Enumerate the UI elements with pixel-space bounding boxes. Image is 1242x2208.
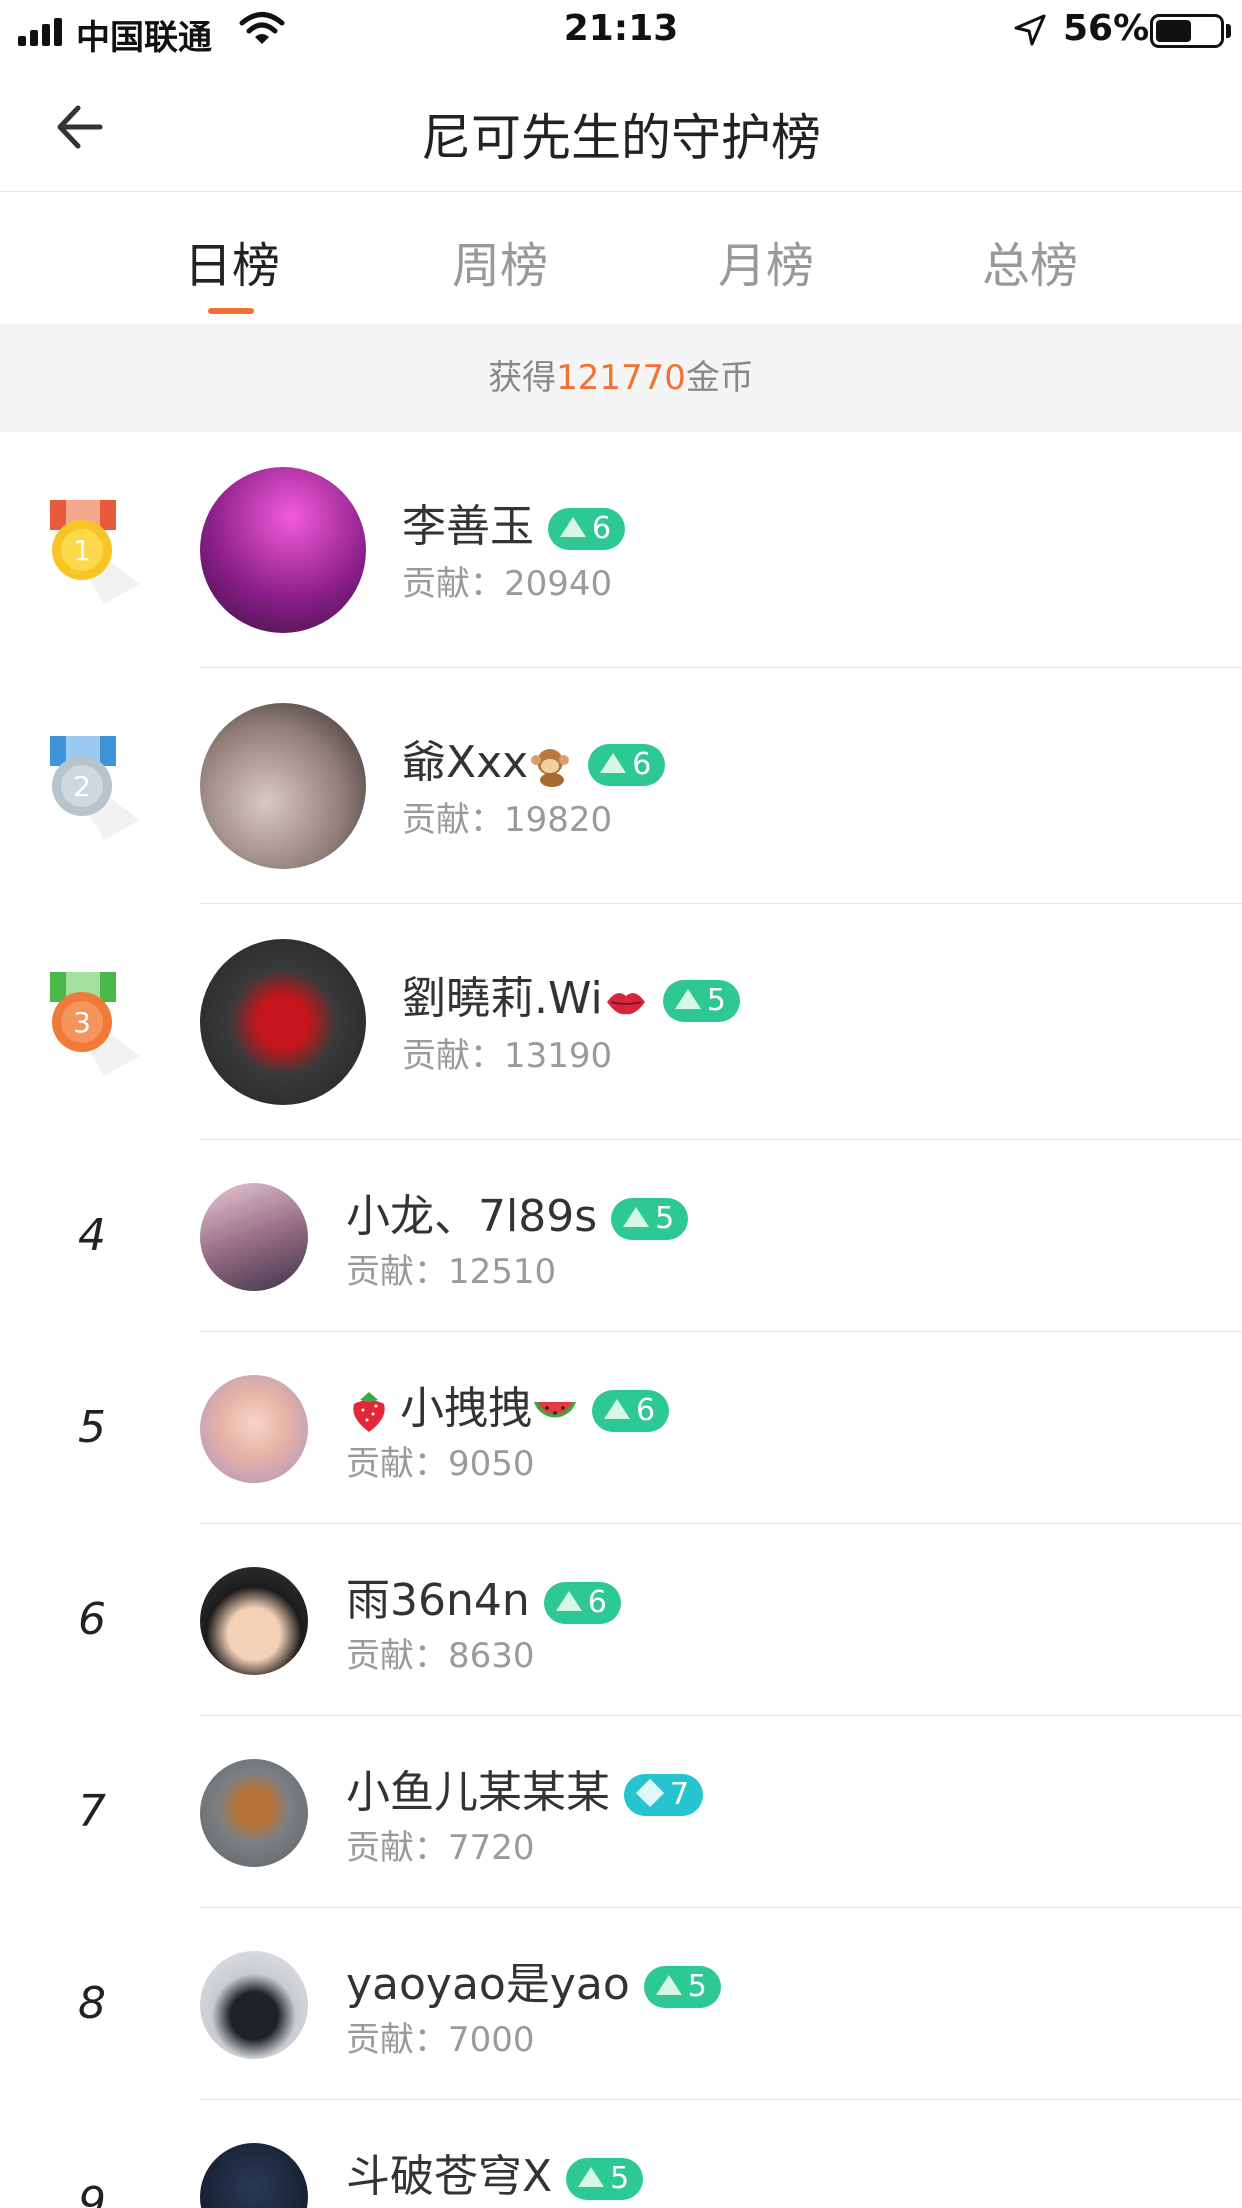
- monkey-icon: [531, 749, 570, 787]
- list-item[interactable]: 5 小拽拽 6 贡献：9050: [0, 1332, 1242, 1524]
- contribution-text: 贡献：20940: [402, 564, 613, 604]
- coins-banner: 获得121770金币: [0, 324, 1242, 432]
- avatar[interactable]: [200, 1567, 308, 1675]
- battery-tip: [1226, 24, 1231, 38]
- lips-icon: [606, 993, 645, 1015]
- tab-daily[interactable]: 日榜: [152, 226, 312, 296]
- avatar[interactable]: [200, 467, 366, 633]
- level-badge: 5: [611, 1198, 689, 1240]
- bronze-medal-icon: 3: [50, 972, 140, 1076]
- rank-number: 4: [78, 1210, 106, 1261]
- list-item[interactable]: 8 yaoyao是yao 5 贡献：7000: [0, 1908, 1242, 2100]
- contribution-text: 贡献：8630: [346, 1636, 535, 1676]
- list-item[interactable]: 7 小鱼儿某某某 7 贡献：7720: [0, 1716, 1242, 1908]
- clock: 21:13: [563, 8, 679, 49]
- avatar[interactable]: [200, 939, 366, 1105]
- contribution-text: 贡献：7000: [346, 2020, 535, 2060]
- level-badge: 6: [548, 508, 626, 550]
- avatar[interactable]: [200, 2143, 308, 2208]
- rank-number: 8: [78, 1978, 106, 2029]
- level-badge: 5: [662, 980, 740, 1022]
- avatar[interactable]: [200, 1951, 308, 2059]
- tab-total[interactable]: 总榜: [950, 226, 1110, 296]
- list-item[interactable]: 9 斗破苍穹X 5: [0, 2100, 1242, 2208]
- contribution-text: 贡献：12510: [346, 1252, 557, 1292]
- user-name[interactable]: 斗破苍穹X 5: [346, 2140, 644, 2204]
- user-name[interactable]: 雨36n4n 6: [346, 1564, 621, 1628]
- user-name[interactable]: 爺Xxx 6: [402, 726, 666, 790]
- rank-number: 6: [78, 1594, 106, 1645]
- rank-number: 5: [78, 1402, 106, 1453]
- user-name[interactable]: 小鱼儿某某某 7: [346, 1756, 704, 1820]
- list-item[interactable]: 4 小龙、7l89s 5 贡献：12510: [0, 1140, 1242, 1332]
- level-badge: 6: [543, 1582, 621, 1624]
- tab-bar: 日榜 周榜 月榜 总榜: [0, 192, 1242, 324]
- level-badge: 6: [588, 744, 666, 786]
- list-item[interactable]: 6 雨36n4n 6 贡献：8630: [0, 1524, 1242, 1716]
- nav-bar: 尼可先生的守护榜: [0, 62, 1242, 192]
- avatar[interactable]: [200, 1759, 308, 1867]
- coins-prefix: 获得: [488, 358, 557, 398]
- level-badge: 7: [624, 1774, 704, 1816]
- status-bar: 中国联通 21:13 56%: [0, 0, 1242, 62]
- user-name[interactable]: 劉曉莉.Wi 5: [402, 962, 740, 1026]
- contribution-text: 贡献：19820: [402, 800, 613, 840]
- coins-suffix: 金币: [685, 358, 754, 398]
- avatar[interactable]: [200, 703, 366, 869]
- battery-percent: 56%: [1063, 8, 1150, 49]
- svg-text:2: 2: [73, 770, 91, 803]
- watermelon-icon: [534, 1402, 576, 1418]
- tab-active-indicator: [208, 308, 254, 314]
- list-item[interactable]: 2 爺Xxx 6 贡献：19820: [0, 668, 1242, 904]
- page-title: 尼可先生的守护榜: [421, 109, 821, 167]
- contribution-text: 贡献：7720: [346, 1828, 535, 1868]
- level-badge: 6: [592, 1390, 670, 1432]
- avatar[interactable]: [200, 1183, 308, 1291]
- svg-text:3: 3: [73, 1006, 91, 1039]
- tab-monthly[interactable]: 月榜: [686, 226, 846, 296]
- avatar[interactable]: [200, 1375, 308, 1483]
- level-badge: 5: [566, 2158, 644, 2200]
- location-arrow-icon: [1014, 14, 1046, 46]
- battery-icon: [1150, 14, 1224, 48]
- tab-weekly[interactable]: 周榜: [420, 226, 580, 296]
- strawberry-icon: [353, 1392, 385, 1432]
- silver-medal-icon: 2: [50, 736, 140, 840]
- user-name[interactable]: 小拽拽 6: [346, 1372, 670, 1436]
- contribution-text: 贡献：9050: [346, 1444, 535, 1484]
- user-name[interactable]: 小龙、7l89s 5: [346, 1180, 689, 1244]
- user-name[interactable]: 李善玉 6: [402, 490, 626, 554]
- coins-amount: 121770: [556, 358, 686, 398]
- contribution-text: 贡献：13190: [402, 1036, 613, 1076]
- rank-number: 7: [78, 1786, 106, 1837]
- level-badge: 5: [643, 1966, 721, 2008]
- svg-text:1: 1: [73, 534, 91, 567]
- list-item[interactable]: 3 劉曉莉.Wi 5 贡献：13190: [0, 904, 1242, 1140]
- gold-medal-icon: 1: [50, 500, 140, 604]
- user-name[interactable]: yaoyao是yao 5: [346, 1948, 721, 2012]
- rank-number: 9: [78, 2178, 106, 2208]
- list-item[interactable]: 1 李善玉 6 贡献：20940: [0, 432, 1242, 668]
